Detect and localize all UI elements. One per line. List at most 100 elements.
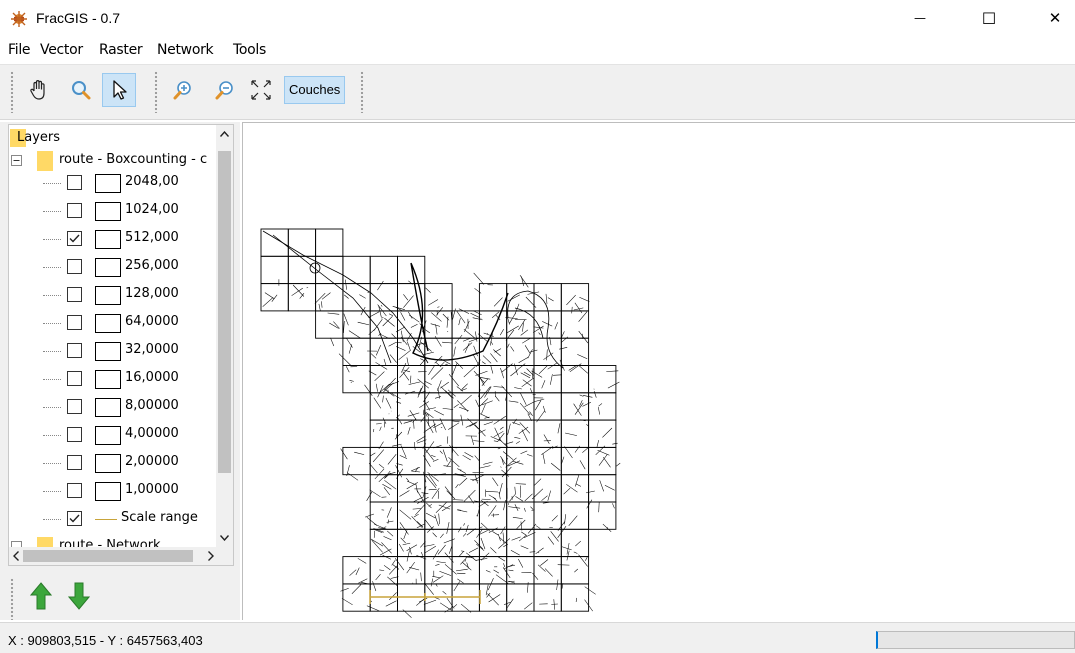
layer-item-row[interactable]: 16,0000 <box>9 368 218 390</box>
street-segment <box>382 554 392 560</box>
street-segment <box>509 493 516 502</box>
street-segment <box>455 568 468 572</box>
layer-visibility-checkbox[interactable] <box>67 455 82 470</box>
toolbar-grip[interactable] <box>360 71 364 113</box>
layer-visibility-checkbox[interactable] <box>67 259 82 274</box>
horizontal-scrollbar[interactable] <box>9 547 218 565</box>
zoom-out-button[interactable] <box>208 73 242 107</box>
street-segment <box>534 400 542 411</box>
layer-item-row[interactable]: 1024,00 <box>9 200 218 222</box>
street-segment <box>387 519 390 524</box>
layer-item-row[interactable]: 128,000 <box>9 284 218 306</box>
couches-toggle-button[interactable]: Couches <box>284 76 346 104</box>
scroll-left-icon[interactable] <box>13 551 19 561</box>
layer-visibility-checkbox[interactable] <box>67 287 82 302</box>
layer-style-swatch[interactable] <box>95 398 121 417</box>
layer-visibility-checkbox[interactable] <box>67 203 82 218</box>
toolbar-grip[interactable] <box>154 71 158 113</box>
layer-visibility-checkbox[interactable] <box>67 483 82 498</box>
scale-range-checkbox[interactable] <box>67 511 82 526</box>
layer-style-swatch[interactable] <box>95 454 121 473</box>
layer-visibility-checkbox[interactable] <box>67 371 82 386</box>
menu-raster[interactable]: Raster <box>99 42 143 58</box>
layer-item-row[interactable]: 32,0000 <box>9 340 218 362</box>
street-segment <box>562 546 572 551</box>
move-up-arrow-icon[interactable] <box>30 582 52 610</box>
progress-bar <box>876 631 1075 649</box>
street-segment <box>484 386 492 398</box>
maximize-button[interactable]: ☐ <box>966 0 1012 36</box>
zoom-in-button[interactable] <box>166 73 200 107</box>
street-segment <box>573 403 582 416</box>
layer-visibility-checkbox[interactable] <box>67 399 82 414</box>
street-segment <box>463 523 465 526</box>
layer-visibility-checkbox[interactable] <box>67 175 82 190</box>
layer-style-swatch[interactable] <box>95 314 121 333</box>
layer-group-row[interactable]: route - Boxcounting - c <box>9 150 218 172</box>
street-segment <box>465 524 469 533</box>
street-segment <box>579 296 590 302</box>
grid-cell <box>451 419 480 448</box>
scroll-up-icon[interactable] <box>220 131 229 137</box>
menu-vector[interactable]: Vector <box>40 42 83 58</box>
layer-item-row[interactable]: 8,00000 <box>9 396 218 418</box>
layer-style-swatch[interactable] <box>95 286 121 305</box>
vertical-scrollbar[interactable] <box>216 125 233 547</box>
grid-cell <box>260 283 289 312</box>
close-button[interactable]: ✕ <box>1032 0 1075 36</box>
layer-style-swatch[interactable] <box>95 258 121 277</box>
layer-root[interactable]: Layers <box>9 128 218 150</box>
toolbar-grip[interactable] <box>10 71 14 113</box>
layer-item-row[interactable]: 64,0000 <box>9 312 218 334</box>
menu-tools[interactable]: Tools <box>233 42 266 58</box>
layer-item-label: 128,000 <box>125 286 179 301</box>
layer-style-swatch[interactable] <box>95 426 121 445</box>
layer-visibility-checkbox[interactable] <box>67 427 82 442</box>
layer-visibility-checkbox[interactable] <box>67 231 82 246</box>
scroll-down-icon[interactable] <box>220 535 229 541</box>
layer-item-row[interactable]: 256,000 <box>9 256 218 278</box>
layer-style-swatch[interactable] <box>95 230 121 249</box>
menu-file[interactable]: File <box>8 42 31 58</box>
layer-visibility-checkbox[interactable] <box>67 315 82 330</box>
street-segment <box>442 408 454 410</box>
street-segment <box>546 349 548 361</box>
map-svg[interactable] <box>243 123 1075 621</box>
full-extent-button[interactable] <box>244 73 278 107</box>
layer-item-row[interactable]: 2048,00 <box>9 172 218 194</box>
toolbar-grip[interactable] <box>10 578 14 620</box>
scale-range-row[interactable]: Scale range <box>9 508 218 530</box>
menu-network[interactable]: Network <box>157 42 214 58</box>
layer-style-swatch[interactable] <box>95 202 121 221</box>
collapse-icon[interactable] <box>11 155 22 166</box>
street-segment <box>330 337 335 347</box>
vertical-scroll-thumb[interactable] <box>218 151 231 473</box>
layer-item-row[interactable]: 2,00000 <box>9 452 218 474</box>
street-segment <box>441 505 451 512</box>
layer-style-swatch[interactable] <box>95 482 121 501</box>
grid-cell <box>369 283 398 312</box>
layer-item-row[interactable]: 4,00000 <box>9 424 218 446</box>
street-segment <box>486 592 491 598</box>
minimize-button[interactable]: — <box>897 0 943 36</box>
street-segment <box>456 310 466 324</box>
select-tool-button[interactable] <box>102 73 136 107</box>
street-segment <box>499 329 504 336</box>
horizontal-scroll-thumb[interactable] <box>23 550 193 562</box>
grid-cell <box>451 392 480 421</box>
layer-style-swatch[interactable] <box>95 342 121 361</box>
zoom-rect-button[interactable] <box>64 73 98 107</box>
layer-visibility-checkbox[interactable] <box>67 343 82 358</box>
layer-style-swatch[interactable] <box>95 370 121 389</box>
scroll-right-icon[interactable] <box>208 551 214 561</box>
street-segment <box>602 427 613 438</box>
street-segment <box>502 532 505 544</box>
street-segment <box>462 338 471 342</box>
move-down-arrow-icon[interactable] <box>68 582 90 610</box>
layer-item-row[interactable]: 512,000 <box>9 228 218 250</box>
pan-tool-button[interactable] <box>22 73 56 107</box>
grid-cell <box>560 446 590 476</box>
map-canvas[interactable] <box>242 122 1075 620</box>
layer-item-row[interactable]: 1,00000 <box>9 480 218 502</box>
layer-style-swatch[interactable] <box>95 174 121 193</box>
